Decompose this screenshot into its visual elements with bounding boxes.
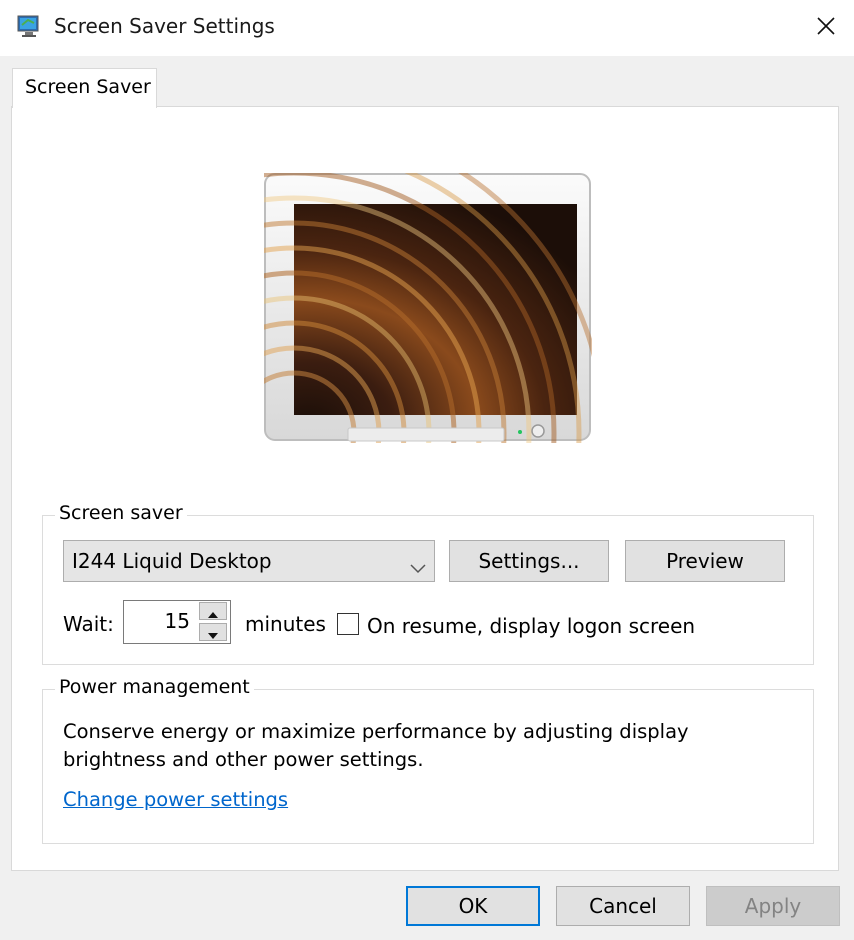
close-button[interactable] bbox=[798, 0, 854, 56]
chevron-down-icon bbox=[410, 555, 426, 579]
tab-panel: Screen saver I244 Liquid Desktop Setting… bbox=[0, 106, 839, 871]
spinner-buttons bbox=[199, 602, 229, 642]
title-bar: Screen Saver Settings bbox=[0, 0, 854, 56]
logon-screen-label[interactable]: On resume, display logon screen bbox=[367, 614, 695, 638]
power-management-group: Power management Conserve energy or maxi… bbox=[42, 676, 814, 844]
caret-down-icon bbox=[208, 620, 218, 644]
spin-down-button[interactable] bbox=[199, 623, 227, 641]
screen-saver-preview bbox=[0, 120, 607, 746]
minutes-label: minutes bbox=[245, 612, 326, 636]
selected-screen-saver: I244 Liquid Desktop bbox=[72, 549, 272, 573]
screen-saver-dropdown[interactable]: I244 Liquid Desktop bbox=[63, 540, 435, 582]
tab-screen-saver[interactable]: Screen Saver bbox=[12, 68, 157, 108]
cancel-button[interactable]: Cancel bbox=[556, 886, 690, 926]
spin-up-button[interactable] bbox=[199, 602, 227, 620]
window-title: Screen Saver Settings bbox=[54, 14, 275, 38]
logon-screen-checkbox[interactable] bbox=[337, 613, 359, 635]
power-led bbox=[518, 430, 522, 434]
display-settings-icon bbox=[16, 13, 42, 39]
screen-saver-group: Screen saver I244 Liquid Desktop Setting… bbox=[42, 502, 814, 665]
preview-button[interactable]: Preview bbox=[625, 540, 785, 582]
apply-button: Apply bbox=[706, 886, 840, 926]
wait-label: Wait: bbox=[63, 612, 114, 636]
power-management-group-label: Power management bbox=[55, 676, 254, 698]
ok-button[interactable]: OK bbox=[406, 886, 540, 926]
power-management-description: Conserve energy or maximize performance … bbox=[63, 720, 689, 771]
screen-saver-group-label: Screen saver bbox=[55, 502, 187, 524]
close-icon bbox=[816, 16, 836, 40]
wait-minutes-value[interactable]: 15 bbox=[165, 609, 190, 633]
wait-minutes-spinner[interactable]: 15 bbox=[123, 600, 231, 644]
settings-button[interactable]: Settings... bbox=[449, 540, 609, 582]
change-power-settings-link[interactable]: Change power settings bbox=[63, 788, 288, 811]
